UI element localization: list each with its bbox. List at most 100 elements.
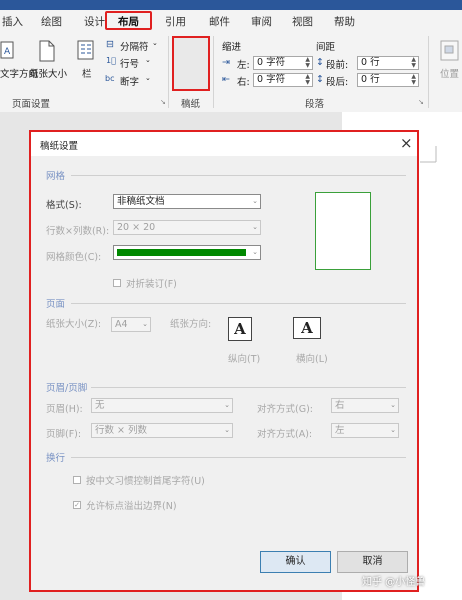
divider [91,387,406,388]
chevron-down-icon: ⌄ [390,426,396,434]
section-header-footer: 页眉/页脚 [46,383,88,394]
spacing-before-icon: ↕ [316,57,324,68]
header-align-select[interactable]: 右 ⌄ [331,398,399,413]
text-direction-icon[interactable]: A [0,40,16,62]
portrait-label[interactable]: 纵向(T) [228,351,260,365]
indent-left-label: 左: [237,60,250,71]
hyphenation-chevron-down-icon[interactable]: ⌄ [145,74,151,82]
group-label-paragraph: 段落 [305,99,325,110]
grid-color-swatch [117,249,246,256]
section-page: 页面 [46,299,66,310]
line-numbers-chevron-down-icon[interactable]: ⌄ [145,56,151,64]
spacing-after-input[interactable]: 0 行 ▲ ▼ [357,73,419,87]
position-icon[interactable] [440,40,460,62]
page-setup-launcher-icon[interactable]: ↘ [160,98,166,106]
header-align-label: 对齐方式(G): [257,404,313,415]
grid-preview [315,192,371,270]
divider [71,175,406,176]
dialog-title: 稿纸设置 [40,141,79,152]
header-select[interactable]: 无 ⌄ [91,398,233,413]
ribbon: A 文字方向 纸张大小 栏 ⊟ 分隔符 ⌄ 1⃣ 行号 ⌄ bc 断字 ⌄ 页面… [0,32,462,113]
wrap-checkbox-1[interactable] [73,476,81,484]
wrap-label-1: 按中文习惯控制首尾字符(U) [86,476,205,487]
landscape-icon[interactable]: A [293,317,321,339]
indent-right-input[interactable]: 0 字符 ▲ ▼ [253,73,313,87]
paper-size-label: 纸张大小(Z): [46,319,102,330]
orientation-label: 纸张方向: [170,319,212,330]
spinner-icon[interactable]: ▲ ▼ [411,74,416,86]
spacing-title: 间距 [316,42,336,53]
tab-references[interactable]: 引用 [165,14,186,29]
close-icon[interactable]: × [400,134,413,152]
tab-view[interactable]: 视图 [292,14,313,29]
title-bar [0,0,462,10]
section-grid: 网格 [46,171,66,182]
landscape-label[interactable]: 横向(L) [296,351,328,365]
group-separator [168,36,169,108]
ok-button[interactable]: 确认 [260,551,331,573]
line-numbers-icon[interactable]: 1⃣ [106,56,116,65]
wrap-label-2: 允许标点溢出边界(N) [86,501,177,512]
group-label-manuscript: 稿纸 [181,99,201,110]
spacing-after-label: 段后: [326,77,349,88]
tab-review[interactable]: 审阅 [251,14,272,29]
portrait-icon[interactable]: A [228,317,252,341]
indent-title: 缩进 [222,42,242,53]
hyphenation-icon[interactable]: bc [105,74,114,83]
tab-mailings[interactable]: 邮件 [209,14,230,29]
tab-draw[interactable]: 绘图 [41,14,62,29]
breaks-button[interactable]: 分隔符 [120,39,149,53]
paper-size-icon[interactable] [38,40,56,62]
spacing-before-input[interactable]: 0 行 ▲ ▼ [357,56,419,70]
footer-align-select[interactable]: 左 ⌄ [331,423,399,438]
footer-select[interactable]: 行数 × 列数 ⌄ [91,423,233,438]
style-select[interactable]: 非稿纸文档 ⌄ [113,194,261,209]
footer-label: 页脚(F): [46,429,82,440]
chevron-down-icon: ⌄ [252,248,258,256]
spinner-icon[interactable]: ▲ ▼ [305,74,310,86]
ribbon-tab-bar: 插入 绘图 设计 布局 引用 邮件 审阅 视图 帮助 [0,10,462,32]
chevron-down-icon: ⌄ [252,223,258,231]
line-numbers-button[interactable]: 行号 [120,56,139,70]
breaks-icon[interactable]: ⊟ [106,39,114,50]
spacing-before-label: 段前: [326,60,349,71]
watermark: 知乎 @小怪兽 [362,577,426,588]
header-label: 页眉(H): [46,404,83,415]
chevron-down-icon: ⌄ [142,320,148,328]
group-separator [213,36,214,108]
indent-left-input[interactable]: 0 字符 ▲ ▼ [253,56,313,70]
chevron-down-icon: ⌄ [224,401,230,409]
tab-design[interactable]: 设计 [84,14,105,29]
manuscript-settings-button[interactable] [172,36,210,91]
rows-cols-label: 行数×列数(R): [46,226,110,237]
spinner-icon[interactable]: ▲ ▼ [305,57,310,69]
section-wrap: 换行 [46,453,66,464]
spacing-after-icon: ↕ [316,74,324,85]
grid-color-label: 网格颜色(C): [46,252,102,263]
indent-left-icon: ⇥ [222,57,230,68]
grid-color-select[interactable]: ⌄ [113,245,261,260]
breaks-chevron-down-icon[interactable]: ⌄ [152,39,158,47]
columns-icon[interactable] [77,40,95,62]
indent-right-label: 右: [237,77,250,88]
tab-help[interactable]: 帮助 [334,14,355,29]
chevron-down-icon: ⌄ [224,426,230,434]
paper-size-select[interactable]: A4 ⌄ [111,317,151,332]
cancel-button[interactable]: 取消 [337,551,408,573]
chevron-down-icon: ⌄ [252,197,258,205]
spinner-icon[interactable]: ▲ ▼ [411,57,416,69]
fold-checkbox[interactable] [113,279,121,287]
columns-button[interactable]: 栏 [82,66,92,80]
position-button[interactable]: 位置 [440,66,459,80]
rows-cols-select[interactable]: 20 × 20 ⌄ [113,220,261,235]
tab-insert[interactable]: 插入 [2,14,23,29]
wrap-checkbox-2[interactable]: ✓ [73,501,81,509]
fold-label: 对折装订(F) [126,279,177,290]
footer-align-label: 对齐方式(A): [257,429,313,440]
hyphenation-button[interactable]: 断字 [120,74,139,88]
dialog-title-bar: 稿纸设置 × [31,132,417,156]
layout-tab-highlight [105,11,152,30]
paper-size-button[interactable]: 纸张大小 [29,66,67,80]
paragraph-launcher-icon[interactable]: ↘ [418,98,424,106]
indent-right-icon: ⇤ [222,74,230,85]
